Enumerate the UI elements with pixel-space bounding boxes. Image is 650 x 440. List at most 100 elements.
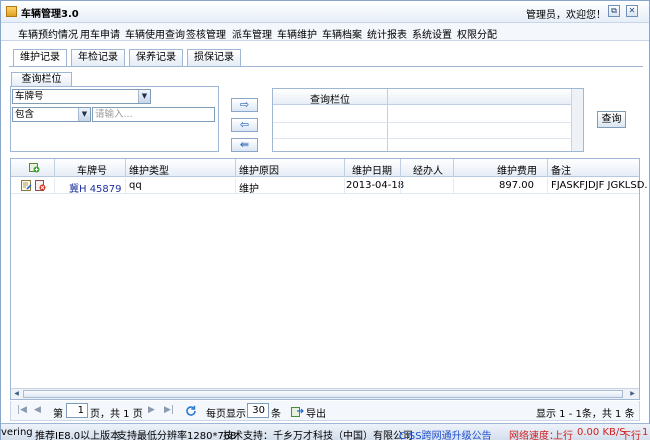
col-divider xyxy=(344,159,345,177)
scroll-left-icon[interactable]: ◀ xyxy=(11,389,22,399)
col-header-date[interactable]: 维护日期 xyxy=(352,162,392,177)
field-select-value: 车牌号 xyxy=(15,91,44,102)
query-conditions-grid: 查询栏位 xyxy=(272,88,584,152)
cell-divider xyxy=(453,178,454,194)
refresh-icon[interactable] xyxy=(185,405,197,417)
table-horizontal-scrollbar[interactable]: ◀ ▶ xyxy=(11,388,639,399)
field-select[interactable]: 车牌号 ▼ xyxy=(12,89,151,104)
page-suffix: 页，共 1 页 xyxy=(90,409,143,420)
clear-conditions-button[interactable]: ⇚ xyxy=(231,138,258,152)
export-icon[interactable] xyxy=(291,405,304,417)
close-button[interactable]: ✕ xyxy=(626,5,638,17)
menu-item-maintenance[interactable]: 车辆维护 xyxy=(277,26,317,41)
cell-note: FJASKFJDJF JGKLSD. xyxy=(551,180,648,191)
page-number-input[interactable]: 1 xyxy=(66,403,88,418)
cell-cost: 897.00 xyxy=(499,180,534,191)
greeting-text: 管理员，欢迎您！ xyxy=(526,10,606,21)
operator-select[interactable]: 包含 ▼ xyxy=(12,107,91,122)
query-value-input[interactable]: 请输入... xyxy=(92,107,215,122)
main-menu: 车辆预约情况 用车申请 车辆使用查询 签核管理 派车管理 车辆维护 车辆档案 统… xyxy=(1,23,649,41)
col-header-note[interactable]: 备注 xyxy=(551,162,571,177)
status-tech-support: 技术支持：千乡万才科技（中国）有限公司 xyxy=(223,431,413,440)
menu-item-archive[interactable]: 车辆档案 xyxy=(322,26,362,41)
edit-icon[interactable] xyxy=(21,180,32,191)
status-resolution: 支持最低分辨率1280*768 xyxy=(117,431,237,440)
query-grid-header-label: 查询栏位 xyxy=(310,95,350,106)
status-cut-text: vering xyxy=(1,427,33,438)
page-prefix: 第 xyxy=(53,409,63,420)
chevron-down-icon[interactable]: ▼ xyxy=(78,108,90,121)
query-grid-scrollbar[interactable] xyxy=(571,89,583,151)
query-button[interactable]: 查询 xyxy=(597,111,626,128)
col-divider xyxy=(547,159,548,177)
col-divider xyxy=(54,159,55,177)
menu-item-approval[interactable]: 签核管理 xyxy=(186,26,226,41)
tab-inspection-records[interactable]: 年检记录 xyxy=(71,49,125,66)
download-label: 下行 xyxy=(621,431,641,440)
cell-divider xyxy=(54,178,55,194)
col-divider xyxy=(400,159,401,177)
download-speed: 1 xyxy=(642,427,649,438)
upload-label: 上行 xyxy=(553,431,573,440)
per-page-input[interactable]: 30 xyxy=(247,403,269,418)
menu-item-usage-query[interactable]: 车辆使用查询 xyxy=(125,26,185,41)
query-fields-tab[interactable]: 查询栏位 xyxy=(11,72,72,87)
prev-page-icon[interactable]: ◀ xyxy=(34,405,41,415)
last-page-icon[interactable]: ▶| xyxy=(164,405,174,415)
tab-service-records[interactable]: 保养记录 xyxy=(129,49,183,66)
operator-select-value: 包含 xyxy=(15,109,35,120)
menu-item-apply[interactable]: 用车申请 xyxy=(80,26,120,41)
menu-item-permissions[interactable]: 权限分配 xyxy=(457,26,497,41)
next-page-icon[interactable]: ▶ xyxy=(148,405,155,415)
app-icon xyxy=(6,6,17,17)
scroll-right-icon[interactable]: ▶ xyxy=(627,389,638,399)
col-divider xyxy=(125,159,126,177)
col-header-plate[interactable]: 车牌号 xyxy=(77,162,107,177)
tab-maintenance-records[interactable]: 维护记录 xyxy=(13,49,67,67)
notice-link[interactable]: CISS跨网通升级公告 xyxy=(399,427,492,440)
grid-divider xyxy=(387,89,388,151)
display-info: 显示 1 - 1条，共 1 条 xyxy=(536,409,635,420)
table-row[interactable]: 冀H 45879 qq 维护 2013-04-18 897.00 FJASKFJ… xyxy=(11,178,648,195)
grid-divider xyxy=(273,122,571,123)
pagination-bar: |◀ ◀ 第 1 页，共 1 页 ▶ ▶| 每页显示 30 条 导出 显示 1 … xyxy=(10,401,640,421)
title-bar: 车辆管理3.0 管理员，欢迎您！ ⧉ ✕ xyxy=(1,1,649,23)
per-page-label: 每页显示 xyxy=(206,409,246,420)
maintenance-table: 车牌号 维护类型 维护原因 维护日期 经办人 维护费用 备注 冀H 45879 … xyxy=(10,158,648,400)
col-header-handler[interactable]: 经办人 xyxy=(413,162,443,177)
cell-date: 2013-04-18 xyxy=(346,180,405,191)
remove-condition-button[interactable]: ⇦ xyxy=(231,118,258,132)
delete-icon[interactable] xyxy=(35,180,46,191)
cell-divider xyxy=(344,178,345,194)
cell-plate[interactable]: 冀H 45879 xyxy=(69,180,122,195)
export-button[interactable]: 导出 xyxy=(306,405,326,420)
table-header: 车牌号 维护类型 维护原因 维护日期 经办人 维护费用 备注 xyxy=(11,159,639,177)
col-header-reason[interactable]: 维护原因 xyxy=(239,162,279,177)
scrollbar-thumb[interactable] xyxy=(23,390,623,398)
status-bar: vering 推荐IE8.0以上版本 支持最低分辨率1280*768 技术支持：… xyxy=(1,423,650,440)
app-title: 车辆管理3.0 xyxy=(21,9,79,20)
network-speed-label: 网络速度： xyxy=(509,431,559,440)
chevron-down-icon[interactable]: ▼ xyxy=(138,90,150,103)
col-header-type[interactable]: 维护类型 xyxy=(129,162,169,177)
menu-item-dispatch[interactable]: 派车管理 xyxy=(232,26,272,41)
col-header-cost[interactable]: 维护费用 xyxy=(497,162,537,177)
menu-item-reports[interactable]: 统计报表 xyxy=(367,26,407,41)
query-grid-header: 查询栏位 xyxy=(273,89,571,106)
tab-damage-records[interactable]: 损保记录 xyxy=(187,49,241,66)
cell-divider xyxy=(547,178,548,194)
restore-button[interactable]: ⧉ xyxy=(608,5,620,17)
add-row-icon[interactable] xyxy=(29,162,40,173)
menu-item-reservation[interactable]: 车辆预约情况 xyxy=(18,26,78,41)
cell-divider xyxy=(400,178,401,194)
query-panel: 车牌号 ▼ 包含 ▼ 请输入... xyxy=(10,86,219,152)
upload-speed: 0.00 KB/S xyxy=(577,427,626,438)
first-page-icon[interactable]: |◀ xyxy=(17,405,27,415)
tab-divider xyxy=(9,66,643,67)
cell-divider xyxy=(235,178,236,194)
menu-item-settings[interactable]: 系统设置 xyxy=(412,26,452,41)
app-window: 车辆管理3.0 管理员，欢迎您！ ⧉ ✕ 车辆预约情况 用车申请 车辆使用查询 … xyxy=(0,0,650,440)
add-condition-button[interactable]: ⇨ xyxy=(231,98,258,112)
status-recommend: 推荐IE8.0以上版本 xyxy=(35,431,121,440)
grid-divider xyxy=(273,138,571,139)
